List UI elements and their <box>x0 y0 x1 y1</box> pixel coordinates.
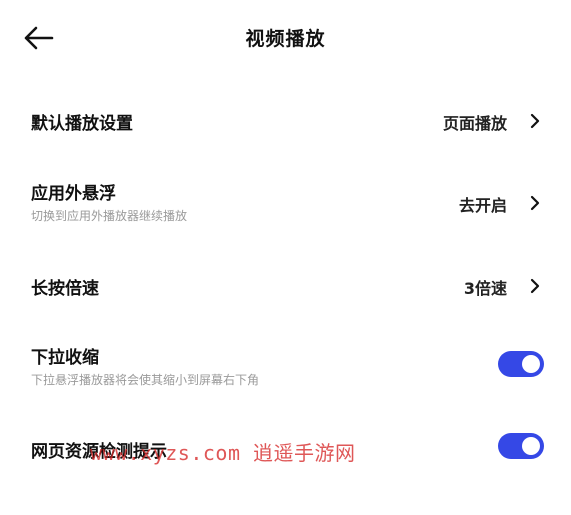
web-resource-detection-toggle[interactable] <box>498 433 544 459</box>
chevron-right-icon <box>529 278 541 294</box>
page-title: 视频播放 <box>245 28 326 50</box>
chevron-right-icon <box>529 113 541 129</box>
setting-pull-down-shrink: 下拉收缩 下拉悬浮播放器将会使其缩小到屏幕右下角 <box>0 334 571 396</box>
watermark: www.xyzs.com 逍遥手游网 <box>90 441 356 465</box>
pull-down-shrink-toggle[interactable] <box>498 351 544 377</box>
toggle-knob <box>522 355 540 373</box>
setting-title: 长按倍速 <box>31 279 99 299</box>
setting-subtitle: 下拉悬浮播放器将会使其缩小到屏幕右下角 <box>31 373 260 387</box>
setting-title: 应用外悬浮 <box>31 184 116 204</box>
toggle-knob <box>522 437 540 455</box>
chevron-right-icon <box>529 195 541 211</box>
setting-default-playback[interactable]: 默认播放设置 页面播放 <box>0 96 571 146</box>
setting-floating-outside-app[interactable]: 应用外悬浮 切换到应用外播放器继续播放 去开启 <box>0 170 571 232</box>
setting-title: 下拉收缩 <box>31 348 99 368</box>
setting-value: 页面播放 <box>442 114 507 133</box>
setting-value: 3倍速 <box>463 279 507 298</box>
setting-long-press-speed[interactable]: 长按倍速 3倍速 <box>0 260 571 310</box>
setting-value: 去开启 <box>458 196 507 215</box>
header: 视频播放 <box>0 0 571 76</box>
setting-title: 默认播放设置 <box>31 114 133 134</box>
setting-subtitle: 切换到应用外播放器继续播放 <box>31 209 188 223</box>
